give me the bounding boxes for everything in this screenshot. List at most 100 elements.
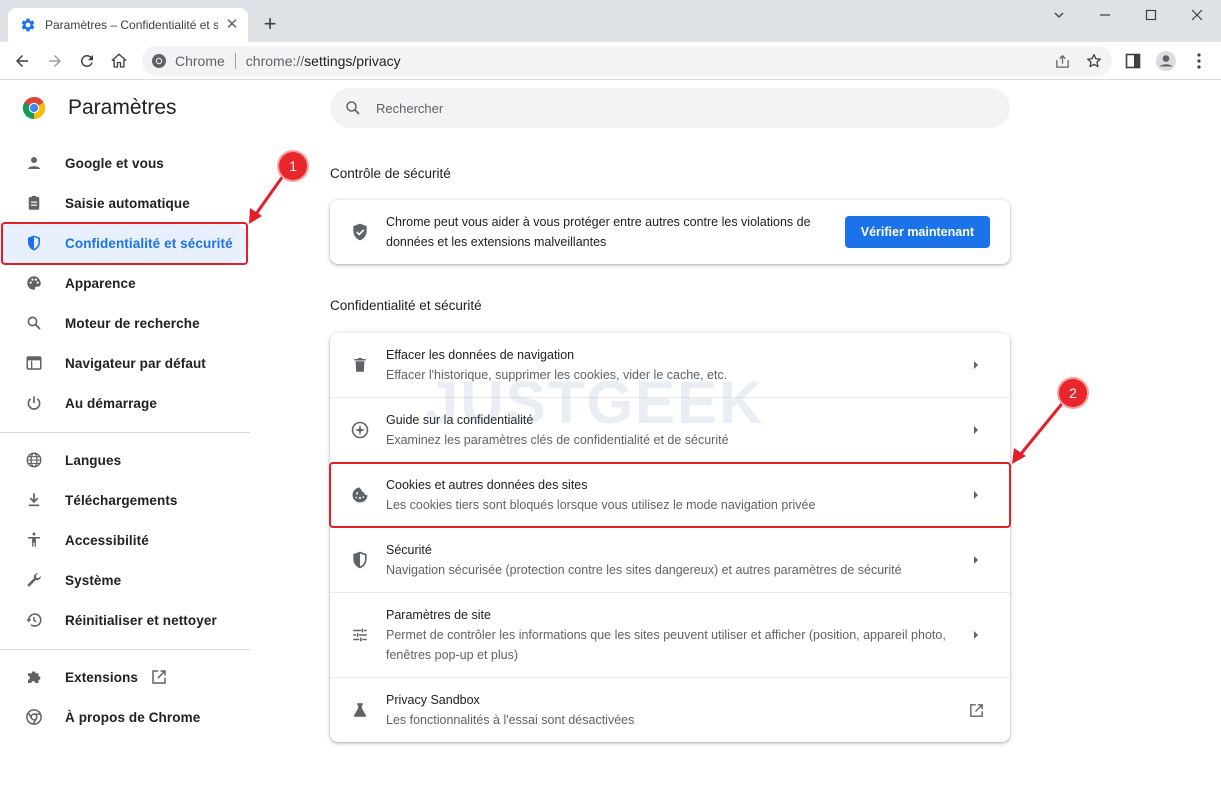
sidebar-divider (0, 649, 250, 650)
browser-tab[interactable]: Paramètres – Confidentialité et sé ✕ (8, 8, 248, 42)
settings-title: Paramètres (68, 96, 177, 119)
sidebar-item-langues[interactable]: Langues (0, 440, 250, 480)
puzzle-icon (24, 667, 44, 687)
sidebar-item-au-demarrage[interactable]: Au démarrage (0, 383, 250, 423)
open-in-new-icon (966, 700, 986, 720)
row-title: Effacer les données de navigation (386, 348, 575, 362)
power-icon (24, 393, 44, 413)
profile-avatar-icon[interactable] (1152, 47, 1180, 75)
sidebar-item-moteur-de-recherche[interactable]: Moteur de recherche (0, 303, 250, 343)
arrow-right-icon (966, 625, 986, 645)
settings-search[interactable] (330, 88, 1010, 128)
menu-kebab-icon[interactable] (1185, 47, 1213, 75)
omnibox-divider (234, 53, 236, 69)
safety-check-heading: Contrôle de sécurité (330, 166, 451, 181)
sidebar-item-extensions[interactable]: Extensions (0, 657, 250, 697)
settings-brand: Paramètres (22, 96, 177, 120)
address-bar[interactable]: Chrome chrome://settings/privacy (142, 46, 1112, 76)
row-site-settings[interactable]: Paramètres de site Permet de contrôler l… (330, 592, 1010, 677)
sidebar-item-label: Apparence (65, 275, 136, 291)
tab-title: Paramètres – Confidentialité et sé (45, 18, 218, 32)
new-tab-plus-icon[interactable]: + (258, 13, 282, 37)
back-arrow-icon[interactable] (8, 47, 36, 75)
search-icon (24, 313, 44, 333)
sidebar-item-label: Accessibilité (65, 532, 149, 548)
arrow-to-privacy-nav (254, 175, 285, 215)
sidebar-item-label: Extensions (65, 669, 139, 685)
window-close-icon[interactable] (1174, 0, 1220, 30)
search-icon (346, 101, 360, 115)
sidebar-item-label: Langues (65, 452, 122, 468)
sidebar-item-saisie-automatique[interactable]: Saisie automatique (0, 183, 250, 223)
sidebar-item-label: Saisie automatique (65, 195, 190, 211)
arrow-right-icon (966, 420, 986, 440)
row-title: Paramètres de site (386, 608, 491, 622)
check-now-button[interactable]: Vérifier maintenant (844, 216, 990, 248)
wrench-icon (24, 570, 44, 590)
row-privacy-sandbox[interactable]: Privacy Sandbox Les fonctionnalités à l'… (330, 677, 1010, 742)
globe-icon (24, 450, 44, 470)
compass-icon (350, 420, 370, 440)
omnibox-chip: Chrome (175, 53, 225, 69)
trash-icon (350, 355, 370, 375)
sidebar-item-navigateur-par-defaut[interactable]: Navigateur par défaut (0, 343, 250, 383)
sidebar-item-label: Réinitialiser et nettoyer (65, 612, 217, 628)
url-text[interactable]: chrome://settings/privacy (246, 53, 401, 69)
tune-icon (350, 625, 370, 645)
shield-check-icon (353, 223, 367, 241)
row-subtitle: Permet de contrôler les informations que… (386, 628, 946, 662)
row-subtitle: Les fonctionnalités à l'essai sont désac… (386, 713, 635, 727)
arrow-right-icon (966, 550, 986, 570)
share-icon[interactable] (1048, 47, 1076, 75)
arrow-right-icon (966, 355, 986, 375)
sidebar-item-label: Navigateur par défaut (65, 355, 206, 371)
forward-arrow-icon[interactable] (41, 47, 69, 75)
flask-icon (350, 700, 370, 720)
row-security[interactable]: Sécurité Navigation sécurisée (protectio… (330, 527, 1010, 592)
sidebar-item-label: Système (65, 572, 122, 588)
download-icon (24, 490, 44, 510)
tab-strip: Paramètres – Confidentialité et sé ✕ + (0, 0, 1221, 42)
sidebar-item-apparence[interactable]: Apparence (0, 263, 250, 303)
sidebar-item-google-et-vous[interactable]: Google et vous (0, 143, 250, 183)
annotation-badge-2: 2 (1059, 379, 1087, 407)
arrow-head-privacy-nav (249, 208, 262, 224)
chrome-site-icon (152, 54, 166, 68)
shield-outline-icon (350, 550, 370, 570)
arrow-to-cookies-row (1018, 399, 1067, 456)
sidebar-item-accessibilite[interactable]: Accessibilité (0, 520, 250, 560)
row-title: Privacy Sandbox (386, 693, 480, 707)
home-icon[interactable] (105, 47, 133, 75)
minimize-icon[interactable] (1082, 0, 1128, 30)
url-path: settings/privacy (304, 53, 401, 69)
arrow-head-cookies-row (1012, 448, 1026, 464)
maximize-icon[interactable] (1128, 0, 1174, 30)
clipboard-icon (24, 193, 44, 213)
sidebar-item-systeme[interactable]: Système (0, 560, 250, 600)
search-input[interactable] (376, 100, 976, 116)
chrome-logo-icon (22, 97, 46, 119)
accessibility-icon (24, 530, 44, 550)
chrome-icon (24, 707, 44, 727)
tab-close-icon[interactable]: ✕ (224, 17, 240, 33)
side-panel-icon[interactable] (1119, 47, 1147, 75)
sidebar-divider (0, 432, 250, 433)
person-icon (24, 153, 44, 173)
sidebar-item-telechargements[interactable]: Téléchargements (0, 480, 250, 520)
sidebar-item-label: Au démarrage (65, 395, 157, 411)
tab-search-chevron-icon[interactable] (1036, 0, 1082, 30)
url-scheme: chrome:// (245, 53, 305, 69)
bookmark-star-icon[interactable] (1080, 47, 1108, 75)
row-title: Sécurité (386, 543, 432, 557)
sidebar-item-a-propos[interactable]: À propos de Chrome (0, 697, 250, 737)
safety-check-card: Chrome peut vous aider à vous protéger e… (330, 200, 1010, 264)
sidebar-item-reinitialiser[interactable]: Réinitialiser et nettoyer (0, 600, 250, 640)
reload-icon[interactable] (73, 47, 101, 75)
safety-check-description: Chrome peut vous aider à vous protéger e… (386, 215, 811, 249)
annotation-badge-1: 1 (279, 152, 307, 180)
sidebar-item-label: Google et vous (65, 155, 164, 171)
row-subtitle: Navigation sécurisée (protection contre … (386, 563, 902, 577)
highlight-box-cookies-row (329, 462, 1011, 528)
restore-icon (24, 610, 44, 630)
sidebar-item-label: Moteur de recherche (65, 315, 200, 331)
